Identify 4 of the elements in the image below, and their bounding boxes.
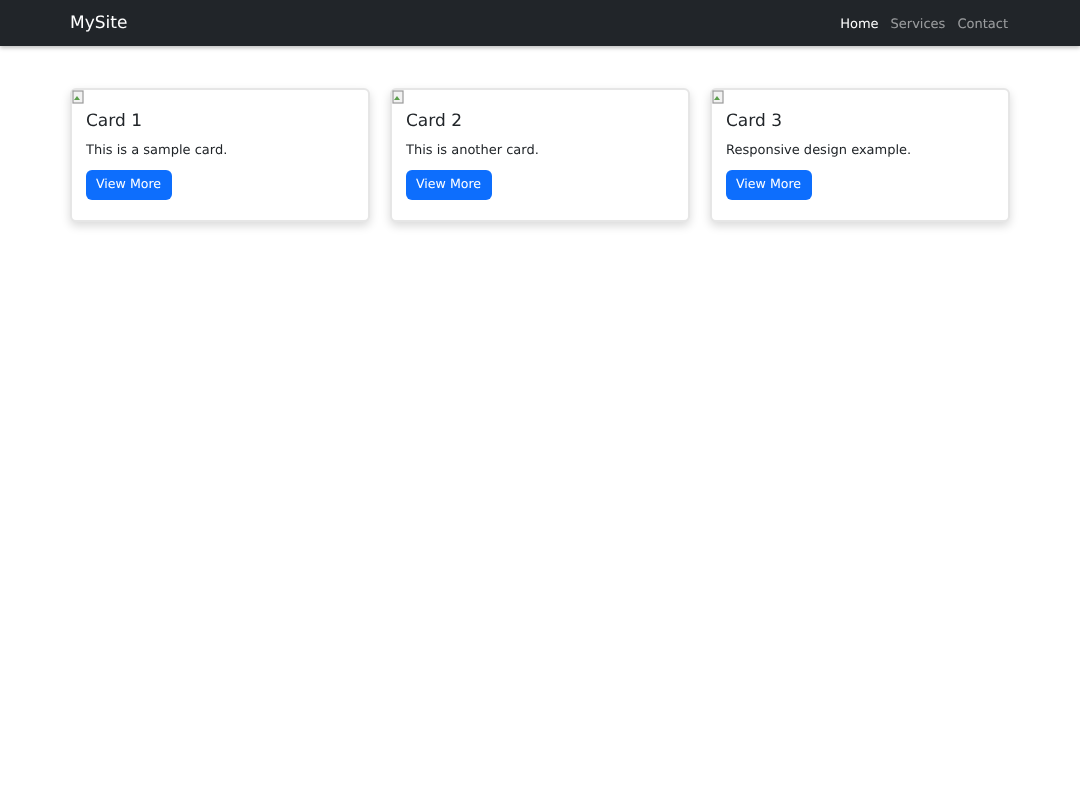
brand-link[interactable]: MySite xyxy=(70,13,128,33)
card-title: Card 2 xyxy=(406,112,464,132)
card-title: Card 1 xyxy=(86,112,144,132)
card-title: Card 3 xyxy=(726,112,784,132)
